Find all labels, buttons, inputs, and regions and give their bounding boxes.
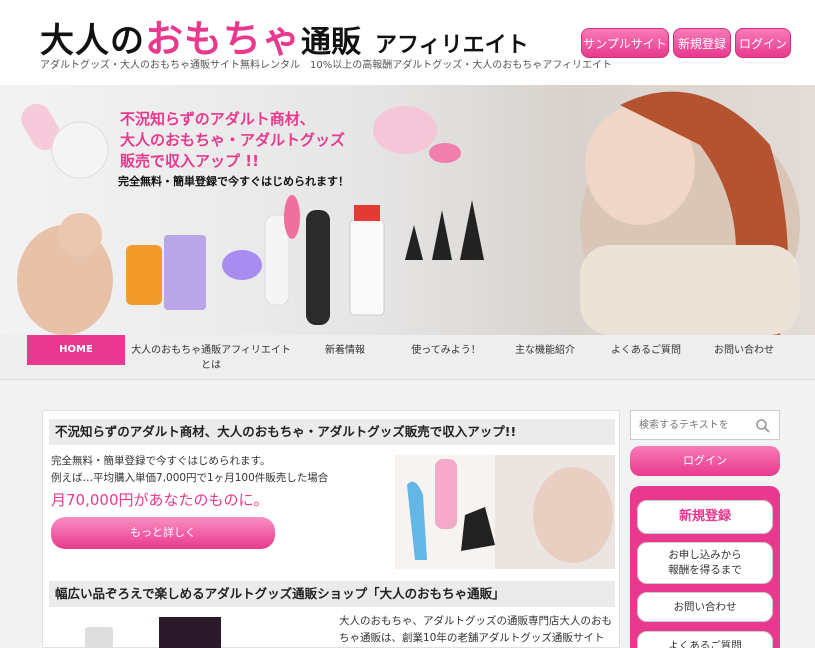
nav-features[interactable]: 主な機能紹介 — [500, 335, 590, 380]
nav-news-label: 新着情報 — [325, 345, 365, 356]
site-tagline: アダルトグッズ・大人のおもちゃ通販サイト無料レンタル 10%以上の高報酬アダルト… — [40, 60, 613, 71]
nav-about-label-2: とは — [201, 360, 221, 371]
hero-headline-line-1: 不況知らずのアダルト商材、 — [120, 110, 315, 128]
logo-part-2: おもちゃ — [145, 17, 302, 61]
search-icon[interactable] — [755, 418, 771, 434]
sidebar-apply-label-2: 報酬を得るまで — [668, 564, 742, 576]
nav-try[interactable]: 使ってみよう！ — [396, 335, 496, 380]
hero-headline-line-2: 大人のおもちゃ・アダルトグッズ — [120, 131, 346, 149]
sidebar-faq-button[interactable]: よくあるご質問 — [637, 631, 773, 648]
main-content: 不況知らずのアダルト商材、大人のおもちゃ・アダルトグッズ販売で収入アップ!! 完… — [42, 410, 620, 648]
section-1-line-1: 完全無料・簡単登録で今すぐはじめられます。 — [51, 455, 271, 467]
sample-site-button[interactable]: サンプルサイト — [581, 28, 669, 58]
nav-home-label: HOME — [59, 344, 93, 355]
section-2-line-1: 大人のおもちゃ、アダルトグッズの通販専門店大人のおも — [339, 615, 612, 627]
section-1-highlight: 月70,000円があなたのものに。 — [51, 491, 269, 509]
section-2-title: 幅広い品ぞろえで楽しめるアダルトグッズ通販ショップ「大人のおもちゃ通販」 — [49, 581, 615, 607]
sidebar-login-button[interactable]: ログイン — [630, 446, 780, 476]
search-box — [630, 410, 780, 440]
logo-part-1: 大人の — [40, 21, 145, 61]
nav-home[interactable]: HOME — [27, 335, 125, 365]
logo-part-4: アフィリエイト — [375, 33, 529, 58]
sidebar-contact-button[interactable]: お問い合わせ — [637, 592, 773, 622]
section-1-title: 不況知らずのアダルト商材、大人のおもちゃ・アダルトグッズ販売で収入アップ!! — [49, 419, 615, 445]
site-header: 大人のおもちゃ通販 アフィリエイト アダルトグッズ・大人のおもちゃ通販サイト無料レ… — [0, 0, 815, 85]
nav-about[interactable]: 大人のおもちゃ通販アフィリエイト とは — [125, 335, 297, 380]
hero-headline-line-3: 販売で収入アップ !! — [120, 152, 259, 170]
section-1-line-2: 例えば…平均購入単価7,000円で1ヶ月100件販売した場合 — [51, 472, 329, 484]
nav-news[interactable]: 新着情報 — [300, 335, 390, 380]
nav-features-label: 主な機能紹介 — [515, 345, 575, 356]
logo-part-3: 通販 — [301, 25, 362, 60]
sidebar-apply-label-1: お申し込みから — [668, 549, 742, 561]
nav-contact-label: お問い合わせ — [714, 345, 774, 356]
search-input[interactable] — [631, 411, 751, 439]
nav-about-label: 大人のおもちゃ通販アフィリエイト — [131, 345, 291, 356]
product-image — [395, 455, 615, 569]
main-nav: HOME 大人のおもちゃ通販アフィリエイト とは 新着情報 使ってみよう！ 主な… — [0, 335, 815, 380]
nav-faq[interactable]: よくあるご質問 — [596, 335, 696, 380]
register-button[interactable]: 新規登録 — [673, 28, 731, 58]
hero-banner: 不況知らずのアダルト商材、 大人のおもちゃ・アダルトグッズ 販売で収入アップ !… — [0, 85, 815, 335]
nav-contact[interactable]: お問い合わせ — [700, 335, 788, 380]
hero-subtext: 完全無料・簡単登録で今すぐはじめられます！ — [118, 175, 349, 188]
sidebar-register-button[interactable]: 新規登録 — [637, 500, 773, 534]
section-2-screenshot — [85, 617, 221, 648]
hero-headline: 不況知らずのアダルト商材、 大人のおもちゃ・アダルトグッズ 販売で収入アップ !… — [120, 109, 345, 172]
more-details-button[interactable]: もっと詳しく — [51, 517, 275, 549]
sidebar-panel: 新規登録 お申し込みから 報酬を得るまで お問い合わせ よくあるご質問 — [630, 486, 780, 648]
section-2-line-2: ちゃ通販は、創業10年の老舗アダルトグッズ通販サイト — [339, 632, 605, 644]
nav-faq-label: よくあるご質問 — [611, 345, 681, 356]
login-button[interactable]: ログイン — [735, 28, 791, 58]
site-logo[interactable]: 大人のおもちゃ通販 アフィリエイト — [40, 8, 529, 63]
nav-try-label: 使ってみよう！ — [411, 345, 481, 356]
sidebar-apply-button[interactable]: お申し込みから 報酬を得るまで — [637, 542, 773, 584]
